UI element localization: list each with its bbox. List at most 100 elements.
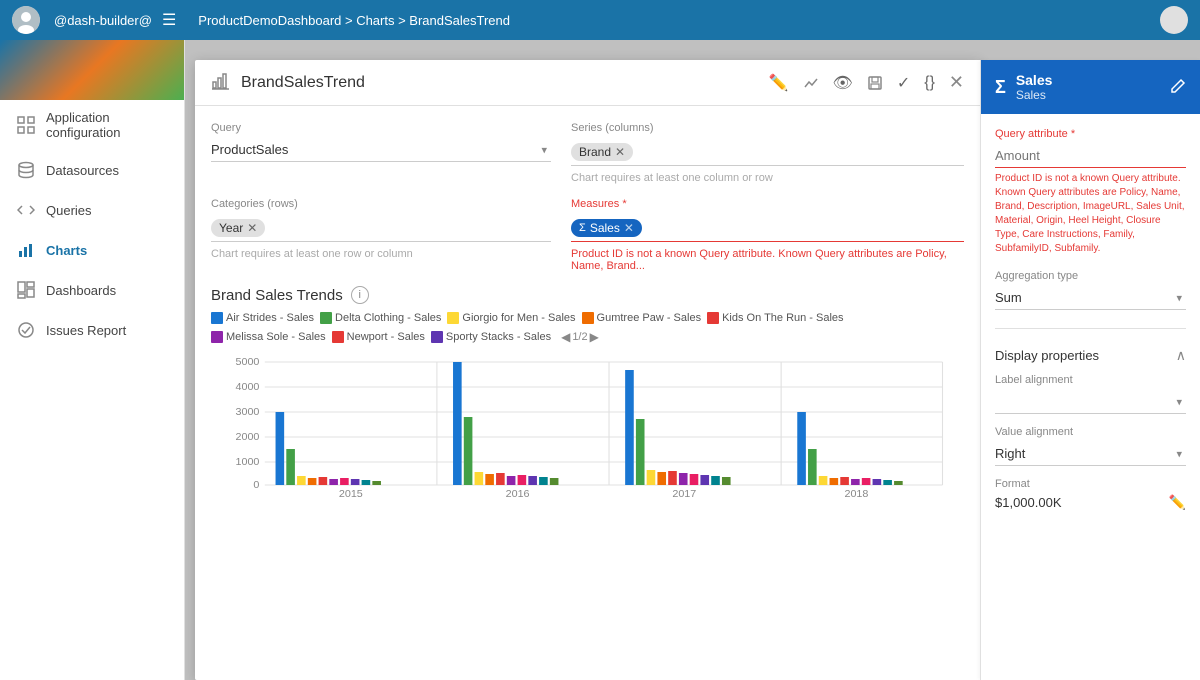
legend-color-melissa — [211, 331, 223, 343]
legend-prev-btn[interactable]: ◀ — [561, 330, 570, 344]
series-label: Series (columns) — [571, 122, 964, 134]
measures-error: Product ID is not a known Query attribut… — [571, 248, 964, 272]
save-toolbar-btn[interactable] — [867, 75, 883, 91]
rp-display-properties-header[interactable]: Display properties ∧ — [995, 347, 1186, 364]
form-group-categories: Categories (rows) Year ✕ Chart requires … — [211, 198, 551, 272]
chart-container: 5000 4000 3000 2000 1000 0 — [211, 352, 964, 502]
sidebar-item-issues[interactable]: Issues Report — [0, 310, 184, 350]
categories-tags-input[interactable]: Year ✕ — [211, 214, 551, 242]
measures-label: Measures * — [571, 198, 964, 210]
svg-text:0: 0 — [253, 480, 259, 491]
categories-hint: Chart requires at least one row or colum… — [211, 248, 551, 260]
rp-aggregation-select-wrapper: Sum Count Average Min Max — [995, 286, 1186, 310]
legend-sporty: Sporty Stacks - Sales — [431, 331, 551, 343]
database-icon — [16, 160, 36, 180]
sidebar-item-dashboards[interactable]: Dashboards — [0, 270, 184, 310]
modal: BrandSalesTrend ✏️ 👁 ✓ {} ✕ — [195, 60, 1200, 680]
chart-toolbar-btn[interactable] — [803, 75, 819, 91]
sidebar-label-charts: Charts — [46, 243, 87, 258]
svg-text:2000: 2000 — [235, 432, 259, 443]
legend-label-gumtree: Gumtree Paw - Sales — [597, 312, 702, 324]
rp-format-edit-icon[interactable]: ✏️ — [1169, 494, 1186, 511]
categories-tag-year-label: Year — [219, 221, 243, 235]
legend-color-giorgio — [447, 312, 459, 324]
series-tag-brand-close[interactable]: ✕ — [615, 145, 625, 159]
content-area: BrandSalesTrend ✏️ 👁 ✓ {} ✕ — [185, 40, 1200, 680]
measures-tags-input[interactable]: Σ Sales ✕ — [571, 214, 964, 242]
legend-color-newport — [332, 331, 344, 343]
svg-text:3000: 3000 — [235, 407, 259, 418]
categories-label: Categories (rows) — [211, 198, 551, 210]
topbar: @dash-builder@ ☰ ProductDemoDashboard > … — [0, 0, 1200, 40]
rp-header-edit-btn[interactable] — [1170, 78, 1186, 97]
rp-label-alignment-select[interactable]: Left Center Right — [995, 390, 1186, 414]
query-select-wrapper: ProductSales — [211, 138, 551, 162]
topbar-breadcrumb: ProductDemoDashboard > Charts > BrandSal… — [198, 13, 510, 28]
legend-color-gumtree — [582, 312, 594, 324]
query-select[interactable]: ProductSales — [211, 138, 551, 162]
rp-display-properties-toggle[interactable]: ∧ — [1176, 347, 1186, 364]
chart-svg: 5000 4000 3000 2000 1000 0 — [211, 352, 964, 502]
preview-toolbar-btn[interactable]: 👁 — [833, 73, 853, 93]
legend-melissa: Melissa Sole - Sales — [211, 331, 326, 343]
modal-close-btn[interactable]: ✕ — [949, 72, 964, 93]
code-toolbar-btn[interactable]: {} — [924, 74, 935, 92]
edit-toolbar-btn[interactable]: ✏️ — [769, 73, 789, 93]
topbar-right-avatar — [1160, 6, 1188, 34]
form-row-query: Query ProductSales Series (columns) — [211, 122, 964, 184]
right-panel: Σ Sales Sales Query attribute * Product … — [980, 60, 1200, 680]
sidebar-item-app-config[interactable]: Application configuration — [0, 100, 184, 150]
sidebar-item-datasources[interactable]: Datasources — [0, 150, 184, 190]
rp-field-aggregation: Aggregation type Sum Count Average Min M… — [995, 270, 1186, 310]
modal-toolbar: ✏️ 👁 ✓ {} — [769, 73, 935, 93]
sidebar-item-queries[interactable]: Queries — [0, 190, 184, 230]
form-group-measures: Measures * Σ Sales ✕ Product ID is not a… — [571, 198, 964, 272]
form-group-query: Query ProductSales — [211, 122, 551, 184]
legend-label-giorgio: Giorgio for Men - Sales — [462, 312, 575, 324]
rp-title-sub: Sales — [1016, 88, 1160, 102]
legend-label-delta: Delta Clothing - Sales — [335, 312, 441, 324]
series-hint: Chart requires at least one column or ro… — [571, 172, 964, 184]
rp-value-alignment-select[interactable]: Right Left Center — [995, 442, 1186, 466]
rp-format-label: Format — [995, 478, 1186, 490]
legend-color-kids — [707, 312, 719, 324]
rp-query-attr-input[interactable] — [995, 144, 1186, 168]
rp-title-main: Sales — [1016, 72, 1160, 88]
svg-text:4000: 4000 — [235, 382, 259, 393]
measures-tag-sales-label: Sales — [590, 221, 620, 235]
legend-label-newport: Newport - Sales — [347, 331, 425, 343]
svg-text:2018: 2018 — [844, 489, 868, 500]
legend-color-delta — [320, 312, 332, 324]
sidebar-label-app-config: Application configuration — [46, 110, 168, 140]
svg-text:2016: 2016 — [506, 489, 530, 500]
sidebar: Application configuration Datasources Qu… — [0, 40, 185, 680]
grid-icon — [16, 115, 36, 135]
measures-tag-sales: Σ Sales ✕ — [571, 219, 642, 237]
sigma-header-icon: Σ — [995, 77, 1006, 98]
legend-air-strides: Air Strides - Sales — [211, 312, 314, 324]
dashboard-icon — [16, 280, 36, 300]
svg-text:2017: 2017 — [672, 489, 696, 500]
menu-icon[interactable]: ☰ — [162, 10, 176, 30]
legend-delta: Delta Clothing - Sales — [320, 312, 441, 324]
sidebar-item-charts[interactable]: Charts — [0, 230, 184, 270]
series-tags-input[interactable]: Brand ✕ — [571, 138, 964, 166]
check-toolbar-btn[interactable]: ✓ — [897, 73, 910, 93]
chart-info-icon[interactable]: i — [351, 286, 369, 304]
rp-divider — [995, 328, 1186, 329]
categories-tag-year-close[interactable]: ✕ — [247, 221, 257, 235]
chart-modal-icon — [211, 70, 231, 95]
legend-next-btn[interactable]: ▶ — [590, 330, 599, 344]
sigma-icon: Σ — [579, 222, 586, 234]
svg-text:5000: 5000 — [235, 357, 259, 368]
series-tag-brand-label: Brand — [579, 145, 611, 159]
measures-tag-sales-close[interactable]: ✕ — [624, 221, 634, 235]
right-panel-header: Σ Sales Sales — [981, 60, 1200, 114]
legend-color-sporty — [431, 331, 443, 343]
rp-display-properties-title: Display properties — [995, 348, 1099, 363]
rp-aggregation-select[interactable]: Sum Count Average Min Max — [995, 286, 1186, 310]
user-avatar — [12, 6, 40, 34]
rp-query-attr-label: Query attribute * — [995, 128, 1186, 140]
rp-field-value-alignment: Value alignment Right Left Center — [995, 426, 1186, 466]
right-panel-body: Query attribute * Product ID is not a kn… — [981, 114, 1200, 680]
